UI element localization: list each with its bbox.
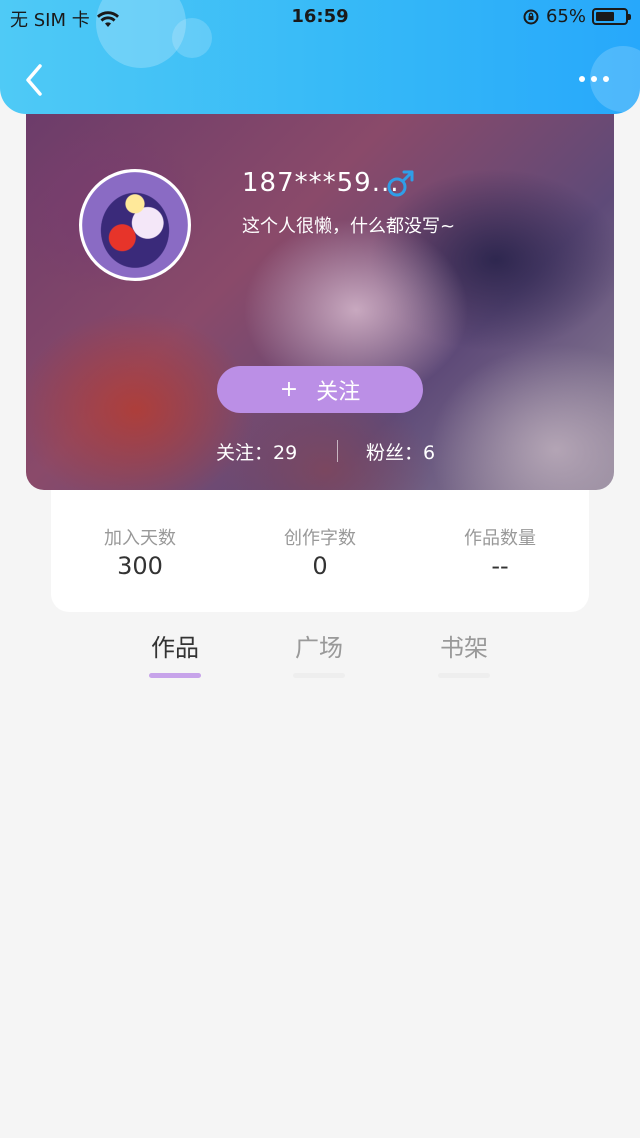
stat-join-days: 加入天数 300 xyxy=(70,524,210,580)
profile-card: 187***59... 这个人很懒，什么都没写~ + 关注 关注：29 粉丝：6 xyxy=(26,90,614,490)
stat-value: 0 xyxy=(312,552,328,580)
fans-count[interactable]: 粉丝：6 xyxy=(366,438,435,465)
tab-indicator xyxy=(149,673,201,678)
stat-works-count: 作品数量 -- xyxy=(430,524,570,580)
stat-label: 作品数量 xyxy=(464,528,536,549)
plus-icon: + xyxy=(279,377,299,402)
stat-word-count: 创作字数 0 xyxy=(250,524,390,580)
male-icon xyxy=(387,170,414,197)
tab-label: 广场 xyxy=(295,634,343,662)
avatar[interactable] xyxy=(79,169,191,281)
stat-label: 加入天数 xyxy=(104,528,176,549)
chevron-left-icon xyxy=(26,64,42,96)
content-tabs: 作品 广场 书架 xyxy=(0,628,640,684)
back-button[interactable] xyxy=(20,60,52,100)
stat-value: -- xyxy=(491,552,509,580)
stat-label: 创作字数 xyxy=(284,528,356,549)
stat-value: 300 xyxy=(117,552,163,580)
tab-indicator xyxy=(293,673,345,678)
follow-button[interactable]: + 关注 xyxy=(217,366,423,413)
tab-indicator xyxy=(438,673,490,678)
divider xyxy=(337,440,338,462)
tab-label: 作品 xyxy=(151,634,199,662)
more-button[interactable] xyxy=(572,64,616,94)
more-dots-icon xyxy=(603,76,609,82)
stats-panel: 加入天数 300 创作字数 0 作品数量 -- xyxy=(51,470,589,612)
status-bar: 无 SIM 卡 16:59 65% xyxy=(0,0,640,34)
tab-square[interactable]: 广场 xyxy=(279,628,359,678)
status-right: 65% xyxy=(522,6,631,27)
battery-icon xyxy=(592,8,631,25)
top-header: 无 SIM 卡 16:59 65% xyxy=(0,0,640,114)
more-dots-icon xyxy=(591,76,597,82)
tab-works[interactable]: 作品 xyxy=(135,628,215,678)
tab-label: 书架 xyxy=(440,634,488,662)
more-dots-icon xyxy=(579,76,585,82)
battery-percent: 65% xyxy=(545,6,586,27)
following-count[interactable]: 关注：29 xyxy=(216,438,297,465)
username: 187***59... xyxy=(242,168,400,198)
tab-bookshelf[interactable]: 书架 xyxy=(424,628,504,678)
follow-button-label: 关注 xyxy=(316,379,361,405)
bio: 这个人很懒，什么都没写~ xyxy=(242,216,456,237)
orientation-lock-icon xyxy=(523,9,539,24)
battery-level xyxy=(596,12,615,21)
